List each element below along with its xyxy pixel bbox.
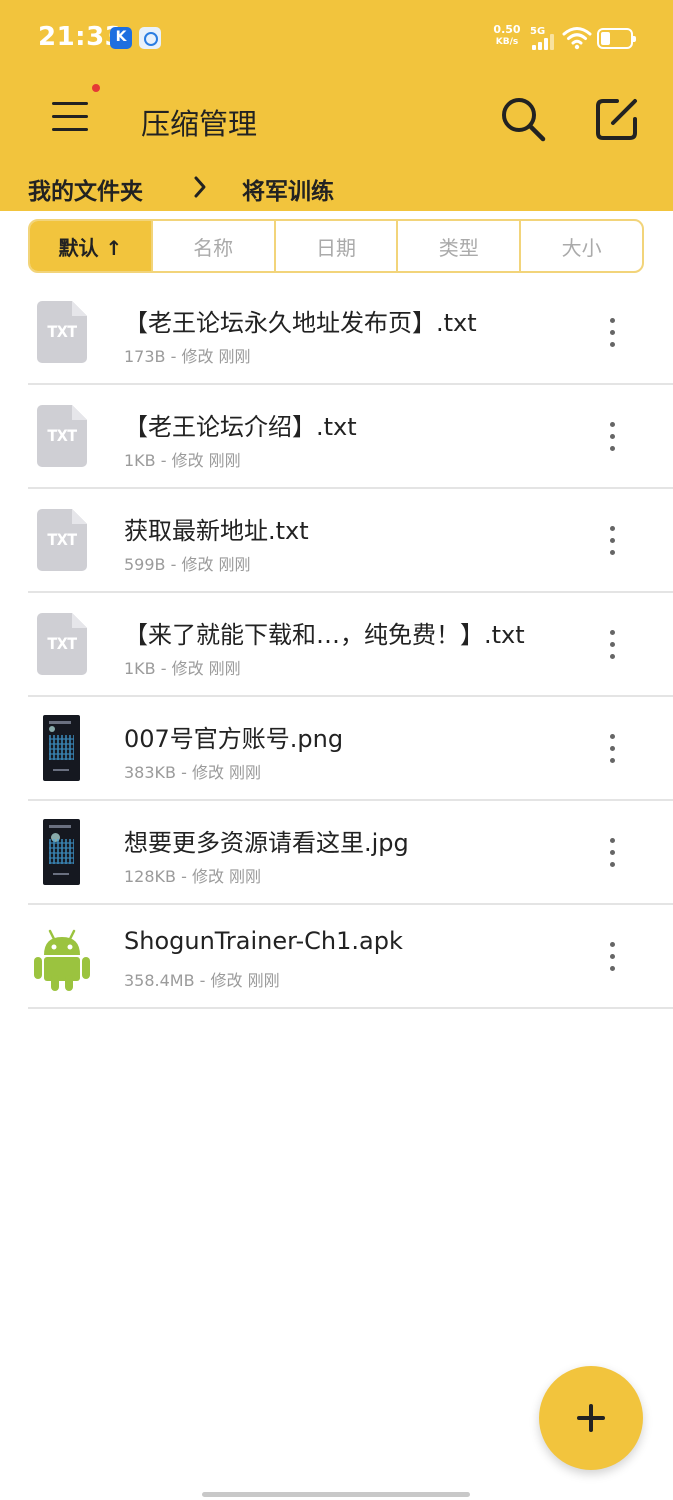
sort-tab-size[interactable]: 大小 <box>519 221 642 271</box>
app-header: 21:33 0.50 KB/s 5G 压缩管理 <box>0 0 673 211</box>
file-meta: 383KB - 修改 刚刚 <box>124 763 262 782</box>
file-row[interactable]: TXT 获取最新地址.txt 599B - 修改 刚刚 <box>28 489 673 593</box>
image-thumbnail <box>28 819 94 887</box>
file-name: 获取最新地址.txt <box>124 517 309 545</box>
txt-file-icon: TXT <box>28 403 94 471</box>
edit-icon <box>596 99 637 140</box>
page-title: 压缩管理 <box>141 107 258 141</box>
file-row[interactable]: 想要更多资源请看这里.jpg 128KB - 修改 刚刚 <box>28 801 673 905</box>
k-app-icon <box>110 27 132 49</box>
breadcrumb-item-current[interactable]: 将军训练 <box>242 172 334 206</box>
file-meta: 128KB - 修改 刚刚 <box>124 867 262 886</box>
net-speed-value: 0.50 <box>493 23 521 36</box>
txt-icon-label: TXT <box>47 322 77 341</box>
search-button[interactable] <box>497 93 549 145</box>
file-row[interactable]: TXT 【老王论坛永久地址发布页】.txt 173B - 修改 刚刚 <box>28 281 673 385</box>
cloud-app-icon <box>139 27 161 49</box>
notification-dot <box>92 84 100 92</box>
search-icon <box>502 98 546 142</box>
file-name: 想要更多资源请看这里.jpg <box>124 829 409 857</box>
file-row[interactable]: 007号官方账号.png 383KB - 修改 刚刚 <box>28 697 673 801</box>
file-name: 【来了就能下载和…，纯免费！】.txt <box>124 621 525 649</box>
txt-icon-label: TXT <box>47 426 77 445</box>
home-indicator[interactable] <box>202 1492 470 1497</box>
status-bar: 21:33 0.50 KB/s 5G <box>0 0 673 78</box>
sort-tab-type[interactable]: 类型 <box>396 221 519 271</box>
breadcrumb-item-root[interactable]: 我的文件夹 <box>28 172 143 206</box>
file-row[interactable]: TXT 【老王论坛介绍】.txt 1KB - 修改 刚刚 <box>28 385 673 489</box>
more-options-icon[interactable] <box>602 627 622 663</box>
file-name: 【老王论坛永久地址发布页】.txt <box>124 309 477 337</box>
file-name: 007号官方账号.png <box>124 725 344 753</box>
net-speed: 0.50 KB/s <box>490 24 524 48</box>
more-options-icon[interactable] <box>602 523 622 559</box>
menu-button[interactable] <box>48 96 94 140</box>
file-meta: 1KB - 修改 刚刚 <box>124 451 241 470</box>
txt-file-icon: TXT <box>28 299 94 367</box>
sort-tab-date[interactable]: 日期 <box>273 221 397 271</box>
more-options-icon[interactable] <box>602 315 622 351</box>
file-name: 【老王论坛介绍】.txt <box>124 413 357 441</box>
txt-icon-label: TXT <box>47 530 77 549</box>
file-list: TXT 【老王论坛永久地址发布页】.txt 173B - 修改 刚刚 TXT 【… <box>0 281 673 1009</box>
txt-icon-label: TXT <box>47 634 77 653</box>
sort-tab-name[interactable]: 名称 <box>150 221 274 271</box>
more-options-icon[interactable] <box>602 731 622 767</box>
txt-file-icon: TXT <box>28 611 94 679</box>
sort-tab-default[interactable]: 默认 ↑ <box>30 221 151 271</box>
file-meta: 358.4MB - 修改 刚刚 <box>124 971 280 990</box>
file-row[interactable]: TXT 【来了就能下载和…，纯免费！】.txt 1KB - 修改 刚刚 <box>28 593 673 697</box>
net-speed-unit: KB/s <box>495 37 519 47</box>
chevron-right-icon <box>194 176 206 198</box>
battery-icon <box>597 28 636 49</box>
file-name: ShogunTrainer-Ch1.apk <box>124 927 403 955</box>
more-options-icon[interactable] <box>602 835 622 871</box>
signal-icon <box>532 34 556 50</box>
wifi-icon <box>562 27 592 50</box>
file-meta: 599B - 修改 刚刚 <box>124 555 251 574</box>
more-options-icon[interactable] <box>602 939 622 975</box>
image-thumbnail <box>28 715 94 783</box>
more-options-icon[interactable] <box>602 419 622 455</box>
edit-button[interactable] <box>591 93 643 145</box>
txt-file-icon: TXT <box>28 507 94 575</box>
file-meta: 173B - 修改 刚刚 <box>124 347 251 366</box>
add-button[interactable] <box>539 1366 643 1470</box>
file-meta: 1KB - 修改 刚刚 <box>124 659 241 678</box>
file-row[interactable]: ShogunTrainer-Ch1.apk 358.4MB - 修改 刚刚 <box>28 905 673 1009</box>
sort-bar: 默认 ↑ 名称 日期 类型 大小 <box>28 219 644 273</box>
android-apk-icon <box>28 923 94 991</box>
